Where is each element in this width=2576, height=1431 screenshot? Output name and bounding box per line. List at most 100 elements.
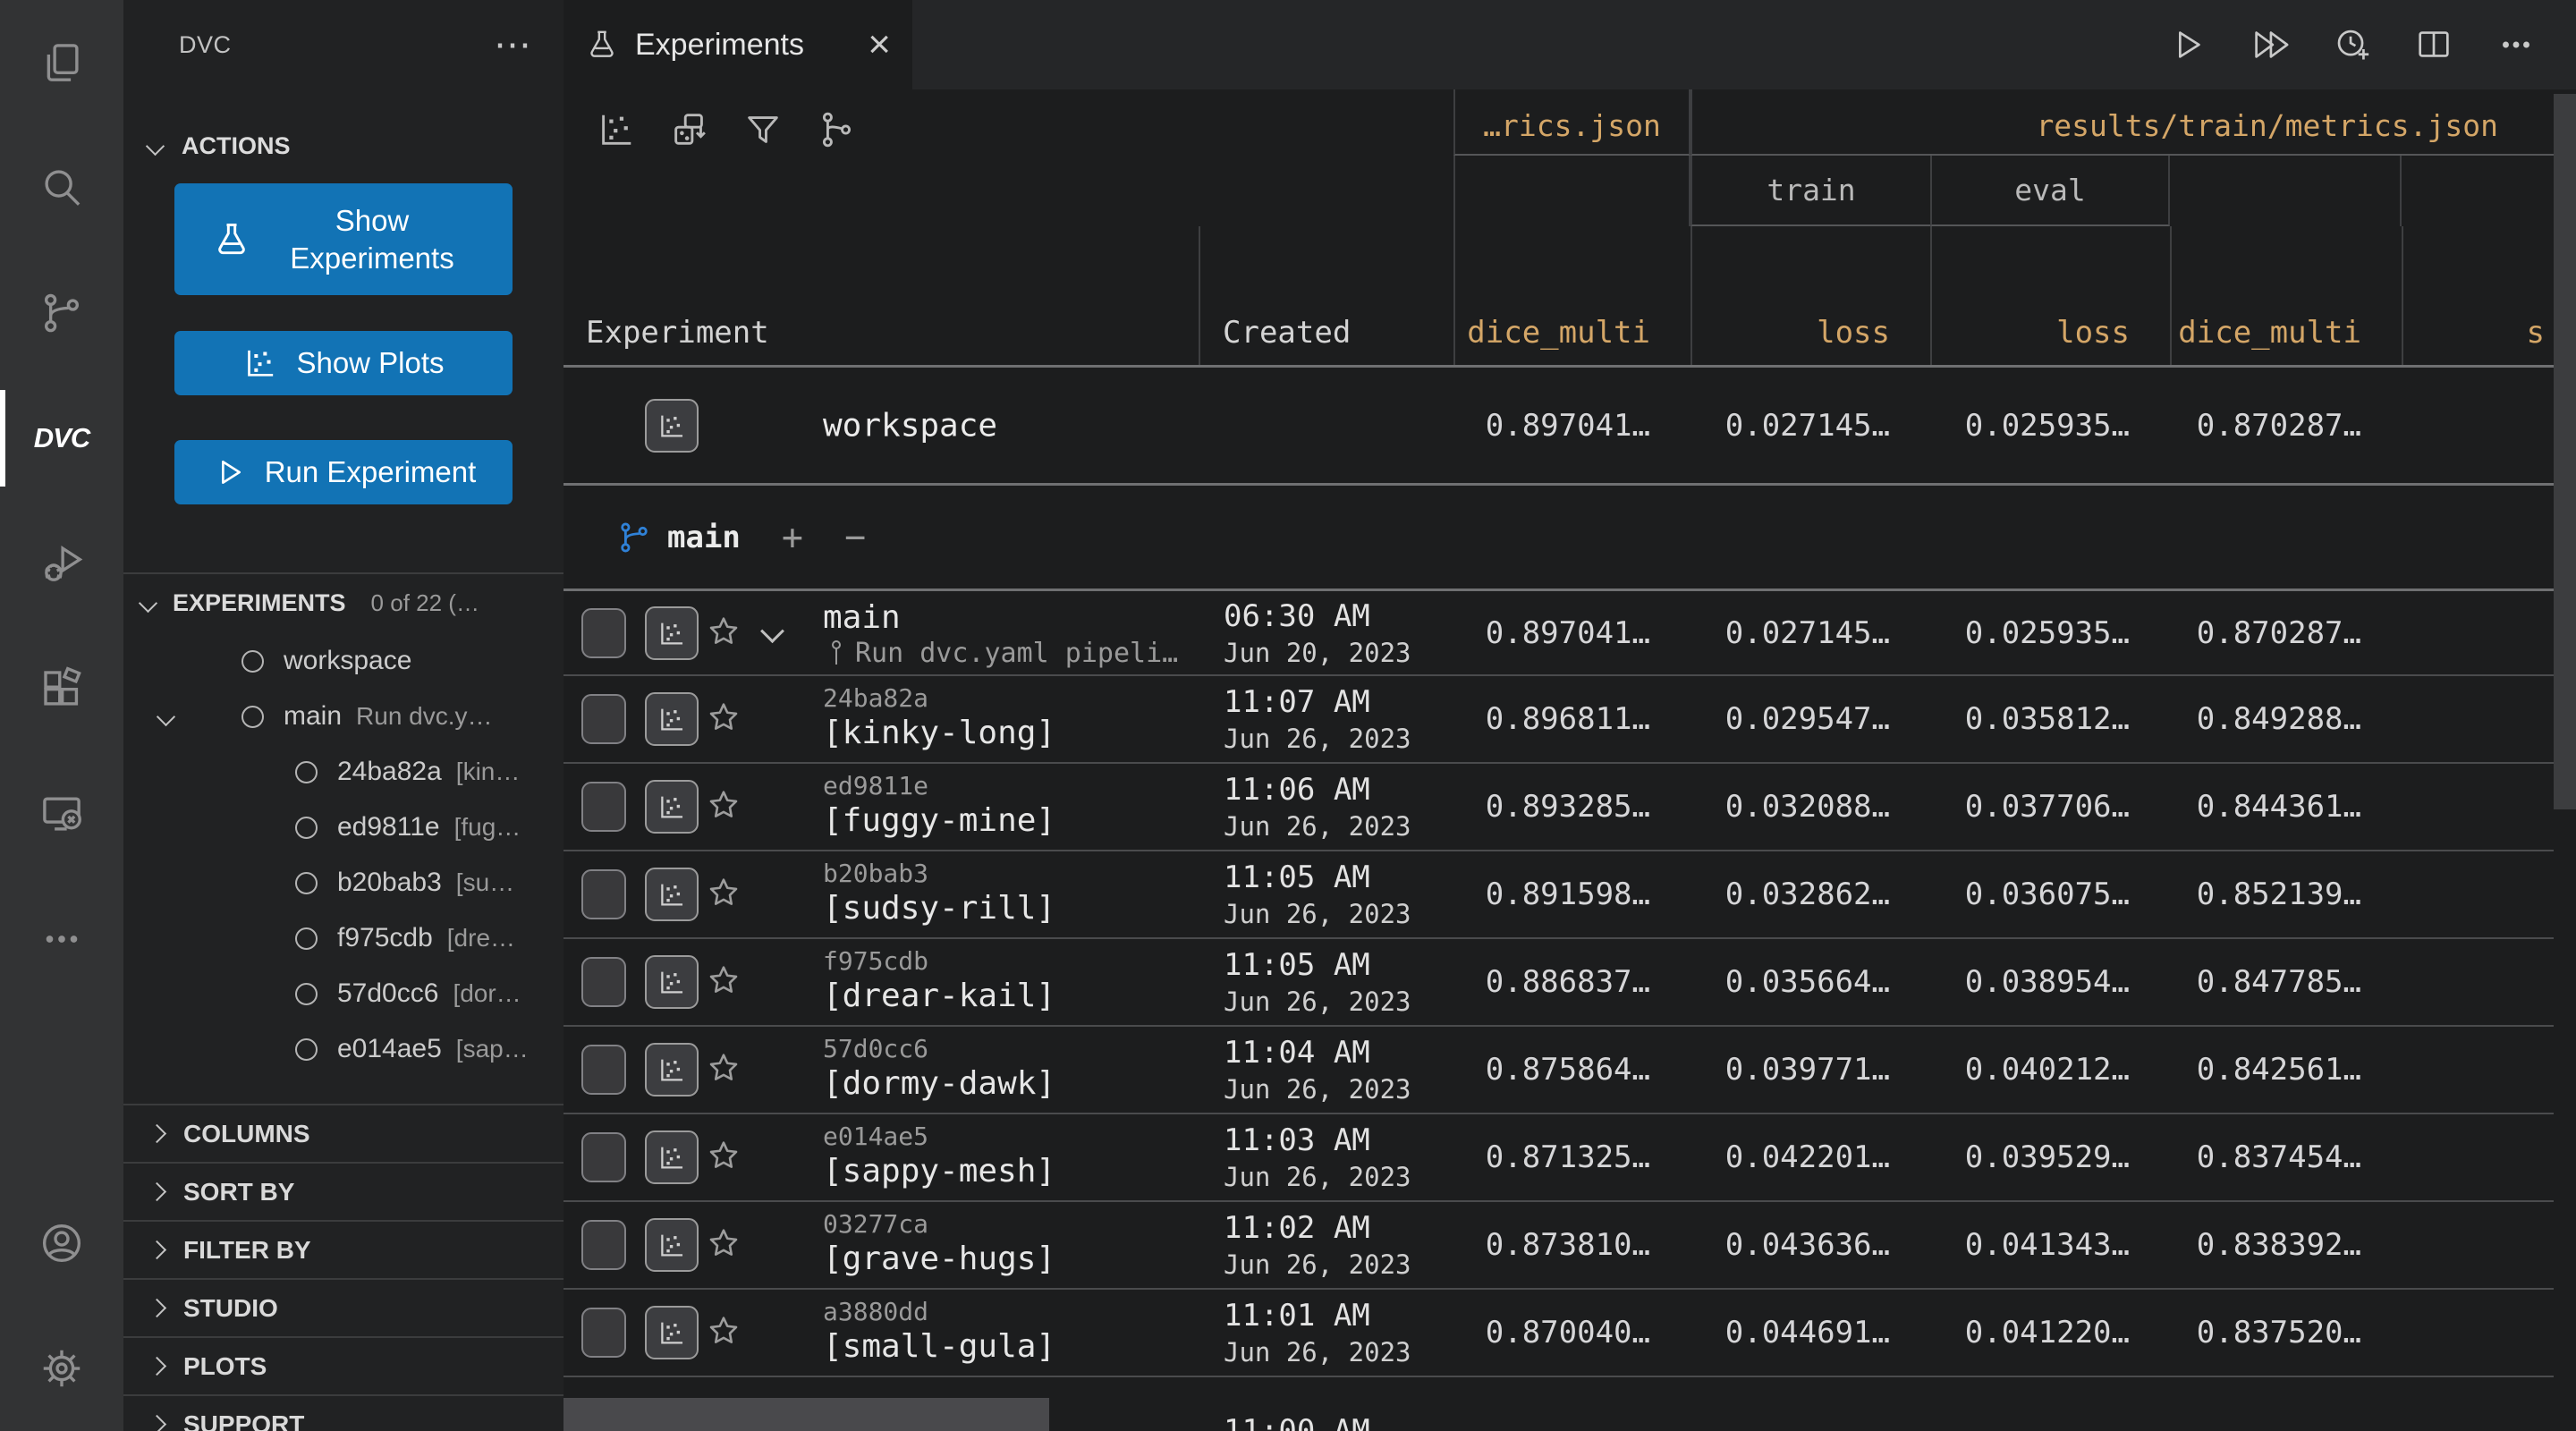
table-row-workspace[interactable]: workspace 0.897041… 0.027145… 0.025935… … <box>564 368 2554 486</box>
row-checkbox[interactable] <box>581 1132 626 1182</box>
section-plots[interactable]: PLOTS <box>123 1336 564 1394</box>
tree-item-workspace[interactable]: workspace <box>123 633 564 689</box>
table-row-main[interactable]: main Run dvc.yaml pipeli… 06:30 AM Jun 2… <box>564 591 2554 676</box>
plot-button[interactable] <box>645 868 699 921</box>
dvc-view-icon[interactable]: DVC <box>0 376 123 501</box>
column-dice-multi-2[interactable]: dice_multi <box>2170 226 2402 365</box>
filter-icon[interactable] <box>742 109 784 150</box>
plot-button[interactable] <box>645 399 699 453</box>
star-icon[interactable] <box>705 699 742 740</box>
tree-item-experiment[interactable]: e014ae5 [sap… <box>123 1021 564 1077</box>
close-icon[interactable]: × <box>868 31 891 58</box>
more-views-icon[interactable] <box>0 876 123 1002</box>
queue-clock-icon[interactable] <box>2331 24 2372 65</box>
experiments-section-header[interactable]: EXPERIMENTS 0 of 22 (… <box>123 572 564 631</box>
section-studio[interactable]: STUDIO <box>123 1278 564 1336</box>
chevron-down-icon[interactable] <box>760 619 784 643</box>
star-icon[interactable] <box>705 1137 742 1178</box>
row-checkbox[interactable] <box>581 694 626 744</box>
subheader-train[interactable]: train <box>1690 156 1930 226</box>
section-sort-by[interactable]: SORT BY <box>123 1162 564 1220</box>
star-icon[interactable] <box>705 1312 742 1353</box>
run-experiment-button[interactable]: Run Experiment <box>174 440 513 504</box>
horizontal-scrollbar[interactable] <box>564 1398 1049 1431</box>
row-checkbox[interactable] <box>581 782 626 832</box>
column-step[interactable]: s <box>2402 226 2554 365</box>
star-icon[interactable] <box>705 961 742 1003</box>
column-experiment[interactable]: Experiment <box>564 226 1199 365</box>
table-row-experiment[interactable]: b20bab3 [sudsy-rill] 11:05 AM Jun 26, 20… <box>564 851 2554 939</box>
vertical-scrollbar[interactable] <box>2554 94 2576 809</box>
chevron-right-icon <box>148 1240 166 1259</box>
row-checkbox[interactable] <box>581 1308 626 1358</box>
section-label: COLUMNS <box>183 1120 310 1148</box>
extensions-icon[interactable] <box>0 626 123 751</box>
show-experiments-button[interactable]: Show Experiments <box>174 183 513 295</box>
plot-button[interactable] <box>645 692 699 746</box>
star-icon[interactable] <box>705 874 742 915</box>
account-icon[interactable] <box>0 1181 123 1306</box>
plot-button[interactable] <box>645 1043 699 1097</box>
star-icon[interactable] <box>705 1049 742 1090</box>
row-checkbox[interactable] <box>581 869 626 919</box>
table-row-experiment[interactable]: a3880dd [small-gula] 11:01 AM Jun 26, 20… <box>564 1290 2554 1377</box>
created-time: 11:06 AM <box>1224 772 1453 808</box>
subheader-eval[interactable]: eval <box>1930 156 2170 226</box>
plot-button[interactable] <box>645 1130 699 1184</box>
table-row-experiment[interactable]: f975cdb [drear-kail] 11:05 AM Jun 26, 20… <box>564 939 2554 1027</box>
row-checkbox[interactable] <box>581 1045 626 1095</box>
row-checkbox[interactable] <box>581 957 626 1007</box>
columns-dice-icon[interactable] <box>669 109 710 150</box>
remote-explorer-icon[interactable] <box>0 751 123 876</box>
source-control-icon[interactable] <box>0 250 123 376</box>
table-row-experiment[interactable]: e014ae5 [sappy-mesh] 11:03 AM Jun 26, 20… <box>564 1114 2554 1202</box>
show-plots-button[interactable]: Show Plots <box>174 331 513 395</box>
column-eval-loss[interactable]: loss <box>1930 226 2170 365</box>
run-all-icon[interactable] <box>2249 24 2290 65</box>
column-created[interactable]: Created <box>1199 226 1453 365</box>
column-dice-multi[interactable]: dice_multi <box>1453 226 1690 365</box>
section-support[interactable]: SUPPORT <box>123 1394 564 1431</box>
tab-experiments[interactable]: Experiments × <box>564 0 912 89</box>
tree-item-main[interactable]: main Run dvc.y… <box>123 689 564 744</box>
star-icon[interactable] <box>705 613 742 654</box>
run-icon[interactable] <box>2166 24 2207 65</box>
row-checkbox[interactable] <box>581 608 626 658</box>
split-editor-icon[interactable] <box>2413 24 2454 65</box>
section-filter-by[interactable]: FILTER BY <box>123 1220 564 1278</box>
table-row-experiment[interactable]: 24ba82a [kinky-long] 11:07 AM Jun 26, 20… <box>564 676 2554 764</box>
remove-branch-icon[interactable]: − <box>844 517 866 558</box>
row-checkbox[interactable] <box>581 1220 626 1270</box>
table-row-experiment[interactable]: 57d0cc6 [dormy-dawk] 11:04 AM Jun 26, 20… <box>564 1027 2554 1114</box>
add-branch-icon[interactable]: + <box>782 517 803 558</box>
table-row-experiment[interactable]: ed9811e [fuggy-mine] 11:06 AM Jun 26, 20… <box>564 764 2554 851</box>
sidebar-more-actions-icon[interactable]: ⋯ <box>494 36 531 54</box>
plots-icon[interactable] <box>596 109 637 150</box>
tree-item-experiment[interactable]: f975cdb [dre… <box>123 910 564 966</box>
section-label: FILTER BY <box>183 1236 311 1265</box>
search-icon[interactable] <box>0 125 123 250</box>
metrics-file-left[interactable]: …rics.json <box>1453 89 1690 156</box>
plot-button[interactable] <box>645 955 699 1009</box>
section-columns[interactable]: COLUMNS <box>123 1104 564 1162</box>
plot-button[interactable] <box>645 606 699 660</box>
tree-item-experiment[interactable]: 24ba82a [kin… <box>123 744 564 800</box>
star-icon[interactable] <box>705 1224 742 1266</box>
plot-button[interactable] <box>645 1306 699 1359</box>
tree-item-experiment[interactable]: ed9811e [fug… <box>123 800 564 855</box>
metrics-file-right[interactable]: results/train/metrics.json <box>1690 89 2554 156</box>
plot-button[interactable] <box>645 780 699 834</box>
table-row-experiment[interactable]: 03277ca [grave-hugs] 11:02 AM Jun 26, 20… <box>564 1202 2554 1290</box>
actions-section-header[interactable]: ACTIONS <box>123 119 564 173</box>
column-train-loss[interactable]: loss <box>1690 226 1930 365</box>
tree-item-experiment[interactable]: 57d0cc6 [dor… <box>123 966 564 1021</box>
explorer-icon[interactable] <box>0 0 123 125</box>
branches-icon[interactable] <box>816 109 857 150</box>
header-spacer <box>2170 156 2402 226</box>
tree-item-experiment[interactable]: b20bab3 [su… <box>123 855 564 910</box>
star-icon[interactable] <box>705 786 742 827</box>
more-actions-icon[interactable] <box>2496 24 2537 65</box>
plot-button[interactable] <box>645 1218 699 1272</box>
settings-gear-icon[interactable] <box>0 1306 123 1431</box>
run-and-debug-icon[interactable] <box>0 501 123 626</box>
